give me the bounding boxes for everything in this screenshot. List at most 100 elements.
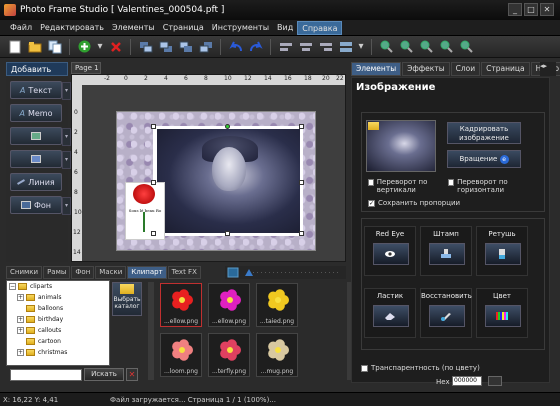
tree-expander[interactable]: + [17,327,24,334]
transparency-checkbox[interactable]: Транспарентность (по цвету) [361,364,480,372]
tree-expander[interactable]: + [17,349,24,356]
zoom-actual-icon[interactable] [438,38,455,55]
layer-up-icon[interactable] [177,38,194,55]
checkbox-box[interactable] [368,179,374,186]
close-button[interactable]: ✕ [540,3,554,16]
tab-text-fx[interactable]: Text FX [167,266,201,279]
add-line-button[interactable]: Линия [10,173,62,191]
thumbnail-size-slider[interactable] [225,266,346,279]
selection-handle[interactable] [151,231,156,236]
selection-handle[interactable] [299,180,304,185]
align-left-icon[interactable] [277,38,294,55]
crop-image-button[interactable]: Кадрировать изображение [447,122,521,144]
stamp-tool[interactable]: Штамп [420,226,472,276]
tab-photos[interactable]: Снимки [6,266,43,279]
menu-elements[interactable]: Элементы [108,21,159,35]
open-folder-icon[interactable] [26,38,43,55]
selection-handle[interactable] [225,231,230,236]
chevron-down-icon[interactable]: ▾ [62,151,71,169]
tree-expander[interactable]: − [9,283,16,290]
add-text-button[interactable]: A Текст ▾ [10,81,71,100]
keep-proportions-checkbox[interactable]: ✓ Сохранить пропорции [368,199,460,207]
menu-page[interactable]: Страница [159,21,208,35]
tab-scroll-arrows[interactable]: ◂▸ [540,62,556,76]
color-picker-button[interactable] [488,376,502,386]
selection-handle[interactable] [151,180,156,185]
tab-layers[interactable]: Слои [450,62,481,76]
eraser-tool[interactable]: Ластик [364,288,416,338]
checkbox-box[interactable]: ✓ [368,200,375,207]
chevron-down-icon[interactable]: ▾ [62,197,71,215]
clipart-item[interactable]: ...loom.png [160,333,202,377]
photo-page[interactable]: Sous lé beau Ro [116,111,316,251]
delete-icon[interactable] [107,38,124,55]
selection-handle[interactable] [299,124,304,129]
zoom-in-icon[interactable] [378,38,395,55]
tab-effects[interactable]: Эффекты [402,62,450,76]
clipart-item[interactable]: ...ellow.png [208,283,250,327]
tree-item[interactable]: − cliparts [7,281,109,292]
redo-icon[interactable] [247,38,264,55]
rotate-button[interactable]: Вращение e [447,150,521,168]
chevron-down-icon[interactable]: ▾ [62,82,71,100]
menu-edit[interactable]: Редактировать [36,21,108,35]
clipart-item[interactable]: ...terfly.png [208,333,250,377]
add-icon[interactable] [76,38,93,55]
choose-folder-button[interactable]: Выбрать каталог [112,282,142,316]
add-dropdown-icon[interactable]: ▾ [96,38,104,55]
tab-elements[interactable]: Элементы [351,62,402,76]
copy-page-icon[interactable] [46,38,63,55]
menu-file[interactable]: Файл [6,21,36,35]
selection-handle[interactable] [151,124,156,129]
tab-backgrounds[interactable]: Фон [71,266,95,279]
clipart-item[interactable]: ...taied.png [256,283,298,327]
tree-item[interactable]: + animals [7,292,109,303]
chevron-down-icon[interactable]: ▾ [62,128,71,146]
flip-vertical-checkbox[interactable]: Переворот по вертикали [368,178,446,194]
search-button[interactable]: Искать [84,368,124,381]
clear-search-icon[interactable]: ✕ [126,368,138,381]
search-input[interactable] [10,369,82,381]
tree-item[interactable]: balloons [7,303,109,314]
tab-page[interactable]: Страница [481,62,530,76]
distribute-icon[interactable] [337,38,354,55]
undo-icon[interactable] [227,38,244,55]
tab-clipart[interactable]: Клипарт [127,266,167,279]
clipart-item[interactable]: ...ellow.png [160,283,202,327]
restore-tool[interactable]: Восстановить [420,288,472,338]
retouch-tool[interactable]: Ретушь [476,226,528,276]
layer-down-icon[interactable] [197,38,214,55]
add-memo-button[interactable]: A Memo [10,104,62,122]
selection-handle[interactable] [299,231,304,236]
menu-tools[interactable]: Инструменты [208,21,273,35]
menu-view[interactable]: Вид [273,21,297,35]
rotate-handle[interactable] [225,124,230,129]
tree-item[interactable]: + callouts [7,325,109,336]
layer-back-icon[interactable] [157,38,174,55]
clipart-item[interactable]: ...mug.png [256,333,298,377]
tree-item[interactable]: + christmas [7,347,109,358]
checkbox-box[interactable] [361,365,368,372]
align-center-icon[interactable] [297,38,314,55]
folder-icon[interactable] [368,122,379,130]
tree-expander[interactable]: + [17,294,24,301]
add-shape-button[interactable]: ▾ [10,150,71,169]
tree-expander[interactable]: + [17,316,24,323]
minimize-button[interactable]: _ [508,3,522,16]
tree-item[interactable]: + birthday [7,314,109,325]
tab-frames[interactable]: Рамы [43,266,71,279]
flip-horizontal-checkbox[interactable]: Переворот по горизонтали [448,178,538,194]
new-file-icon[interactable] [6,38,23,55]
tree-item[interactable]: cartoon [7,336,109,347]
checkbox-box[interactable] [448,179,455,186]
zoom-page-icon[interactable] [458,38,475,55]
add-image-button[interactable]: ▾ [10,127,71,146]
tree-scrollbar[interactable] [148,282,154,380]
align-right-icon[interactable] [317,38,334,55]
layer-front-icon[interactable] [137,38,154,55]
red-eye-tool[interactable]: Red Eye [364,226,416,276]
page-tab[interactable]: Page 1 [71,62,101,74]
align-dropdown-icon[interactable]: ▾ [357,38,365,55]
maximize-button[interactable]: □ [524,3,538,16]
hex-color-input[interactable]: 000000 [452,376,482,386]
